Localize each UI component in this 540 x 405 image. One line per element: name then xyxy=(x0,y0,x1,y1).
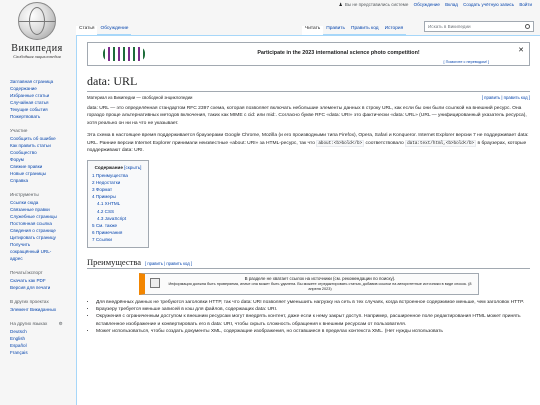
sidebar-item-short-url[interactable]: Получить xyxy=(10,241,72,248)
sidebar-item-random[interactable]: Случайная статья xyxy=(10,99,72,106)
gear-icon[interactable]: ⚙ xyxy=(59,321,63,326)
section-heading-advantages: Преимущества[ править | править код ] xyxy=(87,257,530,269)
personal-talk-link[interactable]: Обсуждение xyxy=(414,2,440,7)
table-of-contents: Содержание [скрыть] 1 Преимущества 2 Нед… xyxy=(87,160,149,248)
toc-item[interactable]: 5 См. также xyxy=(92,222,144,229)
create-account-link[interactable]: Создать учётную запись xyxy=(463,2,514,7)
code-about-uri: about:<b>bold</b> xyxy=(316,139,365,147)
globe-icon xyxy=(18,2,56,40)
sidebar-item-short-url-2[interactable]: сокращённый URL- xyxy=(10,248,72,255)
sidebar-item-contents[interactable]: Содержание xyxy=(10,85,72,92)
toc-title: Содержание [скрыть] xyxy=(94,165,142,171)
not-logged-in-text: Вы не представились системе xyxy=(344,2,409,7)
sidebar: Заглавная страница Содержание Избранные … xyxy=(10,78,72,356)
close-icon[interactable]: ✕ xyxy=(518,46,524,54)
lang-link-fr[interactable]: Français xyxy=(10,349,72,356)
page-title: data: URL xyxy=(87,74,530,92)
list-item: Браузеру требуется меньше записей в кэш … xyxy=(96,306,530,313)
book-icon xyxy=(149,277,160,288)
login-link[interactable]: Войти xyxy=(519,2,532,7)
logo-wordmark: Википедия xyxy=(11,43,63,54)
sidebar-heading-tools: Инструменты xyxy=(10,192,39,197)
banner-help-link[interactable]: [ Помогите с переводом! ] xyxy=(444,60,490,64)
search-placeholder: Искать в Википедии xyxy=(428,24,471,29)
sidebar-item-cite[interactable]: Цитировать страницу xyxy=(10,234,72,241)
personal-contributions-link[interactable]: Вклад xyxy=(445,2,458,7)
sidebar-item-featured[interactable]: Избранные статьи xyxy=(10,92,72,99)
sidebar-item-special-pages[interactable]: Служебные страницы xyxy=(10,213,72,220)
toc-subitem[interactable]: 4.3 JavaScript xyxy=(92,215,144,222)
sidebar-item-permanent-link[interactable]: Постоянная ссылка xyxy=(10,220,72,227)
toc-item[interactable]: 2 Недостатки xyxy=(92,179,144,186)
lang-link-en[interactable]: English xyxy=(10,335,72,342)
banner-text[interactable]: Participate in the 2023 international sc… xyxy=(148,43,529,56)
sidebar-item-what-links-here[interactable]: Ссылки сюда xyxy=(10,199,72,206)
toc-item[interactable]: 1 Преимущества xyxy=(92,172,144,179)
sidebar-item-related-changes[interactable]: Связанные правки xyxy=(10,206,72,213)
tab-edit-source[interactable]: Править код xyxy=(348,26,382,35)
search-input[interactable]: Искать в Википедии xyxy=(424,21,534,32)
central-notice-banner: Participate in the 2023 international sc… xyxy=(87,42,530,66)
dna-icon xyxy=(103,47,145,61)
sidebar-heading-projects: В других проектах xyxy=(10,299,49,304)
sidebar-item-wikidata[interactable]: Элемент Викиданных xyxy=(10,306,72,313)
sidebar-item-short-url-3[interactable]: адрес xyxy=(10,255,72,262)
intro-edit-links[interactable]: [ править | править код ] xyxy=(482,95,530,100)
sidebar-item-forum[interactable]: Форум xyxy=(10,156,72,163)
toc-item[interactable]: 4 Примеры xyxy=(92,193,144,200)
sidebar-item-donate[interactable]: Пожертвовать xyxy=(10,113,72,120)
sidebar-item-how-to-edit[interactable]: Как править статьи xyxy=(10,142,72,149)
lang-link-de[interactable]: Deutsch xyxy=(10,328,72,335)
subtitle-row: Материал из Википедии — свободной энцикл… xyxy=(87,95,530,100)
refimprove-notice: В разделе не хватает ссылок на источники… xyxy=(138,272,479,295)
sidebar-item-download-pdf[interactable]: Скачать как PDF xyxy=(10,277,72,284)
tab-read[interactable]: Читать xyxy=(302,26,324,35)
sidebar-item-current-events[interactable]: Текущие события xyxy=(10,106,72,113)
list-item: Может использоваться, чтобы создать доку… xyxy=(96,328,530,335)
sidebar-item-page-info[interactable]: Сведения о странице xyxy=(10,227,72,234)
intro-paragraph-1: data: URL — это определённая стандартом … xyxy=(87,106,527,126)
search-icon[interactable] xyxy=(525,24,530,29)
list-item: Окружения с ограниченным доступом к внеш… xyxy=(96,313,530,328)
tab-talk[interactable]: Обсуждение xyxy=(97,26,132,35)
wikipedia-logo[interactable]: Википедия Свободная энциклопедия xyxy=(2,2,72,68)
tab-history[interactable]: История xyxy=(381,26,407,35)
toc-toggle[interactable]: [скрыть] xyxy=(124,165,141,170)
tab-article[interactable]: Статья xyxy=(76,26,98,35)
page-subtitle: Материал из Википедии — свободной энцикл… xyxy=(87,95,193,100)
toc-item[interactable]: 6 Примечания xyxy=(92,229,144,236)
sidebar-heading-languages: На других языках ⚙ xyxy=(10,321,63,326)
logo-tagline: Свободная энциклопедия xyxy=(13,54,61,59)
sidebar-item-recent-changes[interactable]: Свежие правки xyxy=(10,163,72,170)
sidebar-item-community[interactable]: Сообщество xyxy=(10,149,72,156)
sidebar-item-help[interactable]: Справка xyxy=(10,177,72,184)
sidebar-item-main[interactable]: Заглавная страница xyxy=(10,78,72,85)
toc-subitem[interactable]: 4.2 CSS xyxy=(92,208,144,215)
sidebar-item-new-pages[interactable]: Новые страницы xyxy=(10,170,72,177)
toc-item[interactable]: 7 Ссылки xyxy=(92,236,144,243)
sidebar-heading-participation: Участие xyxy=(10,128,28,133)
advantages-list: Для внедрённых данных не требуются загол… xyxy=(87,299,530,335)
user-icon: ♟ xyxy=(338,2,343,7)
section-edit-links[interactable]: [ править | править код ] xyxy=(145,261,192,266)
personal-tools: ♟ Вы не представились системе Обсуждение… xyxy=(335,2,532,8)
sidebar-item-report-error[interactable]: Сообщить об ошибке xyxy=(10,135,72,142)
notice-line-2: Информация должна быть проверяема, иначе… xyxy=(168,281,472,291)
view-tabs: Читать Править Править код История xyxy=(302,21,407,35)
main-content: Participate in the 2023 international sc… xyxy=(76,35,540,405)
sidebar-heading-print: Печать/экспорт xyxy=(10,270,43,275)
list-item: Для внедрённых данных не требуются загол… xyxy=(96,299,530,306)
sidebar-item-printable[interactable]: Версия для печати xyxy=(10,284,72,291)
code-data-uri: data:text/html,<b>bold</b> xyxy=(405,139,477,147)
tab-edit[interactable]: Править xyxy=(323,26,348,35)
toc-item[interactable]: 3 Формат xyxy=(92,186,144,193)
intro-paragraph-2: Эта схема в настоящее время поддерживает… xyxy=(87,133,529,154)
namespace-tabs: Статья Обсуждение xyxy=(76,21,132,35)
lang-link-es[interactable]: Español xyxy=(10,342,72,349)
toc-subitem[interactable]: 4.1 XHTML xyxy=(92,200,144,207)
